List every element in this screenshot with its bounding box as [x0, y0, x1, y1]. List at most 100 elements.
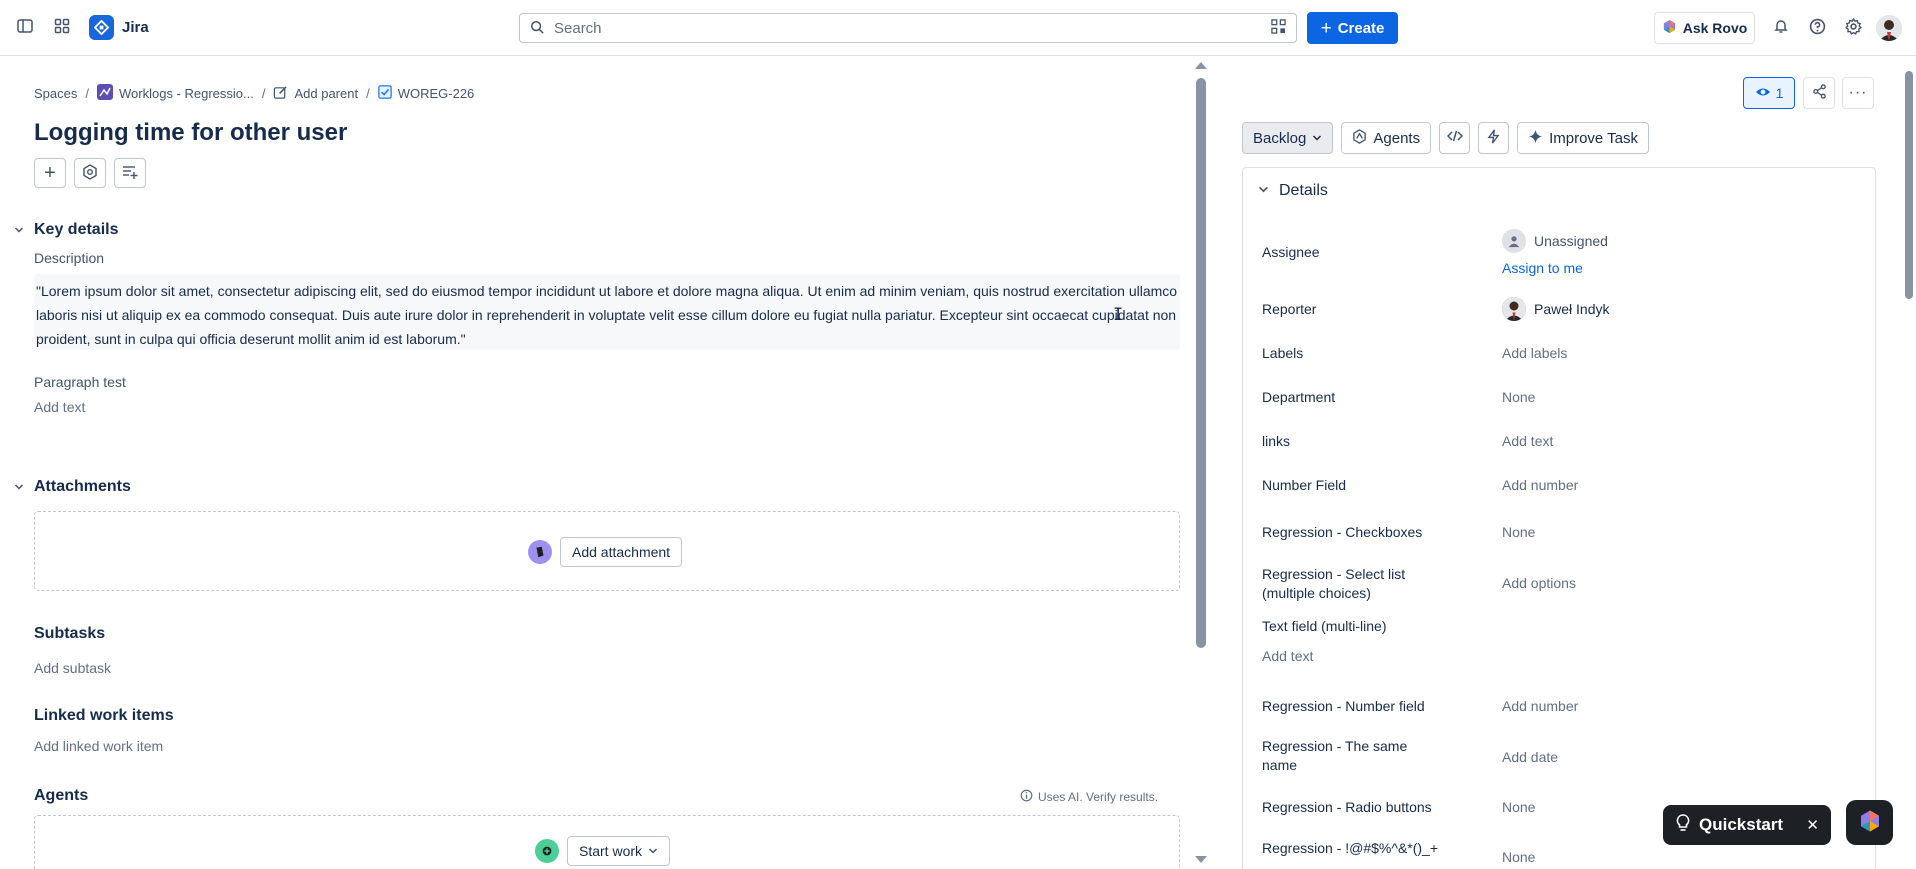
rovo-chat-button[interactable] [1846, 800, 1893, 845]
number-field-value[interactable]: Add number [1502, 476, 1578, 495]
regression-same-name-value[interactable]: Add date [1502, 748, 1558, 767]
main-scrollbar[interactable] [1190, 57, 1212, 869]
gear-hex-icon [82, 163, 98, 183]
chevron-down-icon [1258, 182, 1269, 200]
status-label: Backlog [1253, 129, 1307, 147]
text-field-multiline-label: Text field (multi-line) [1262, 618, 1387, 634]
share-button[interactable] [1803, 77, 1835, 109]
improve-task-label: Improve Task [1549, 129, 1639, 147]
assignee-value[interactable]: Unassigned [1502, 229, 1608, 253]
add-attachment-button[interactable]: Add attachment [560, 537, 683, 567]
issue-key-label: WOREG-226 [397, 86, 475, 101]
breadcrumb-spaces[interactable]: Spaces [34, 86, 77, 101]
scroll-down-arrow-icon[interactable] [1195, 856, 1207, 863]
close-icon[interactable]: ✕ [1806, 816, 1819, 834]
scroll-up-arrow-icon[interactable] [1195, 62, 1207, 69]
ai-disclaimer: Uses AI. Verify results. [1020, 789, 1158, 805]
regression-radio-value[interactable]: None [1502, 798, 1535, 817]
scrollbar-thumb[interactable] [1196, 78, 1206, 648]
search-input[interactable]: Search [519, 13, 1297, 43]
regression-number-field-value[interactable]: Add number [1502, 697, 1578, 716]
plus-icon: + [1320, 17, 1332, 39]
details-heading: Details [1279, 182, 1328, 199]
code-button[interactable] [1439, 122, 1471, 154]
regression-special-chars-value[interactable]: None [1502, 848, 1535, 867]
assignee-label: Assignee [1262, 244, 1320, 260]
notifications-bell-icon[interactable] [1770, 15, 1792, 37]
sidebar-toggle-icon[interactable] [14, 15, 36, 37]
share-icon [1812, 84, 1827, 102]
ask-rovo-button[interactable]: Ask Rovo [1654, 12, 1755, 44]
department-label: Department [1262, 389, 1336, 405]
breadcrumb-project[interactable]: Worklogs - Regressio... [97, 84, 254, 103]
chevron-down-icon [648, 843, 658, 859]
attachment-dropzone[interactable]: Add attachment [34, 511, 1180, 591]
more-dots-icon: ··· [1848, 84, 1868, 101]
breadcrumb-project-label: Worklogs - Regressio... [119, 86, 254, 101]
key-details-header[interactable]: Key details [12, 221, 118, 239]
regression-select-list-value[interactable]: Add options [1502, 574, 1576, 593]
labels-value[interactable]: Add labels [1502, 344, 1567, 363]
project-avatar-icon [97, 84, 113, 103]
create-label: Create [1337, 19, 1385, 37]
details-header[interactable]: Details [1258, 182, 1328, 200]
attachments-header[interactable]: Attachments [12, 478, 131, 496]
agents-heading: Agents [34, 787, 89, 804]
regression-number-field-label: Regression - Number field [1262, 698, 1425, 714]
breadcrumb-add-parent[interactable]: Add parent [273, 85, 358, 103]
help-icon[interactable] [1806, 15, 1828, 37]
side-scrollbar-thumb[interactable] [1905, 71, 1913, 299]
department-value[interactable]: None [1502, 388, 1535, 407]
search-icon [530, 20, 544, 37]
links-value[interactable]: Add text [1502, 432, 1553, 451]
automation-button[interactable] [1478, 122, 1510, 154]
agents-button-label: Agents [1373, 129, 1421, 147]
agents-button[interactable]: Agents [1341, 122, 1432, 154]
apps-button[interactable] [74, 158, 106, 188]
breadcrumb-separator: / [85, 86, 89, 101]
user-avatar[interactable] [1876, 15, 1902, 41]
ai-note-text: Uses AI. Verify results. [1038, 790, 1159, 804]
start-work-label: Start work [579, 843, 643, 859]
chevron-down-icon [12, 224, 25, 237]
reporter-value[interactable]: Paweł Indyk [1502, 297, 1609, 321]
description-label: Description [34, 250, 105, 266]
assign-to-me-link[interactable]: Assign to me [1502, 259, 1583, 278]
improve-task-button[interactable]: Improve Task [1517, 122, 1650, 154]
side-panel-scrollbar[interactable] [1903, 57, 1913, 869]
top-navigation-bar: Jira Search + Create Ask Rovo [0, 0, 1916, 56]
search-placeholder: Search [554, 19, 602, 37]
rovo-icon [1858, 809, 1882, 836]
subtasks-heading: Subtasks [34, 625, 106, 642]
regression-checkboxes-value[interactable]: None [1502, 523, 1535, 542]
quickstart-button[interactable]: Quickstart ✕ [1663, 805, 1831, 845]
status-dropdown[interactable]: Backlog [1242, 122, 1334, 154]
jira-logo-link[interactable]: Jira [89, 15, 149, 40]
chevron-down-icon [1312, 130, 1322, 147]
lightbulb-icon [1675, 813, 1691, 837]
add-list-button[interactable] [114, 158, 146, 188]
settings-gear-icon[interactable] [1842, 15, 1864, 37]
attachments-heading: Attachments [34, 478, 131, 495]
add-button[interactable]: + [34, 158, 66, 188]
breadcrumb-issue-key[interactable]: WOREG-226 [377, 85, 475, 102]
start-work-button[interactable]: Start work [567, 836, 671, 866]
text-field-multiline-value[interactable]: Add text [1262, 647, 1313, 666]
watchers-button[interactable]: 1 [1743, 77, 1795, 109]
agents-dropzone: Start work [34, 815, 1180, 869]
rovo-icon [1662, 19, 1677, 37]
task-checkbox-icon [377, 85, 392, 102]
paragraph-test-add-text[interactable]: Add text [34, 399, 85, 415]
quickstart-label: Quickstart [1699, 815, 1784, 834]
code-icon [1446, 128, 1463, 148]
description-field[interactable]: "Lorem ipsum dolor sit amet, consectetur… [34, 274, 1180, 350]
create-button[interactable]: + Create [1307, 12, 1398, 44]
app-switcher-icon[interactable] [51, 15, 73, 37]
more-actions-button[interactable]: ··· [1842, 77, 1874, 109]
search-filter-icon[interactable] [1271, 19, 1286, 37]
issue-title[interactable]: Logging time for other user [34, 119, 347, 147]
reporter-name: Paweł Indyk [1534, 300, 1610, 317]
regression-radio-label: Regression - Radio buttons [1262, 799, 1432, 815]
add-subtask-link[interactable]: Add subtask [34, 660, 111, 676]
add-linked-work-item-link[interactable]: Add linked work item [34, 738, 163, 754]
